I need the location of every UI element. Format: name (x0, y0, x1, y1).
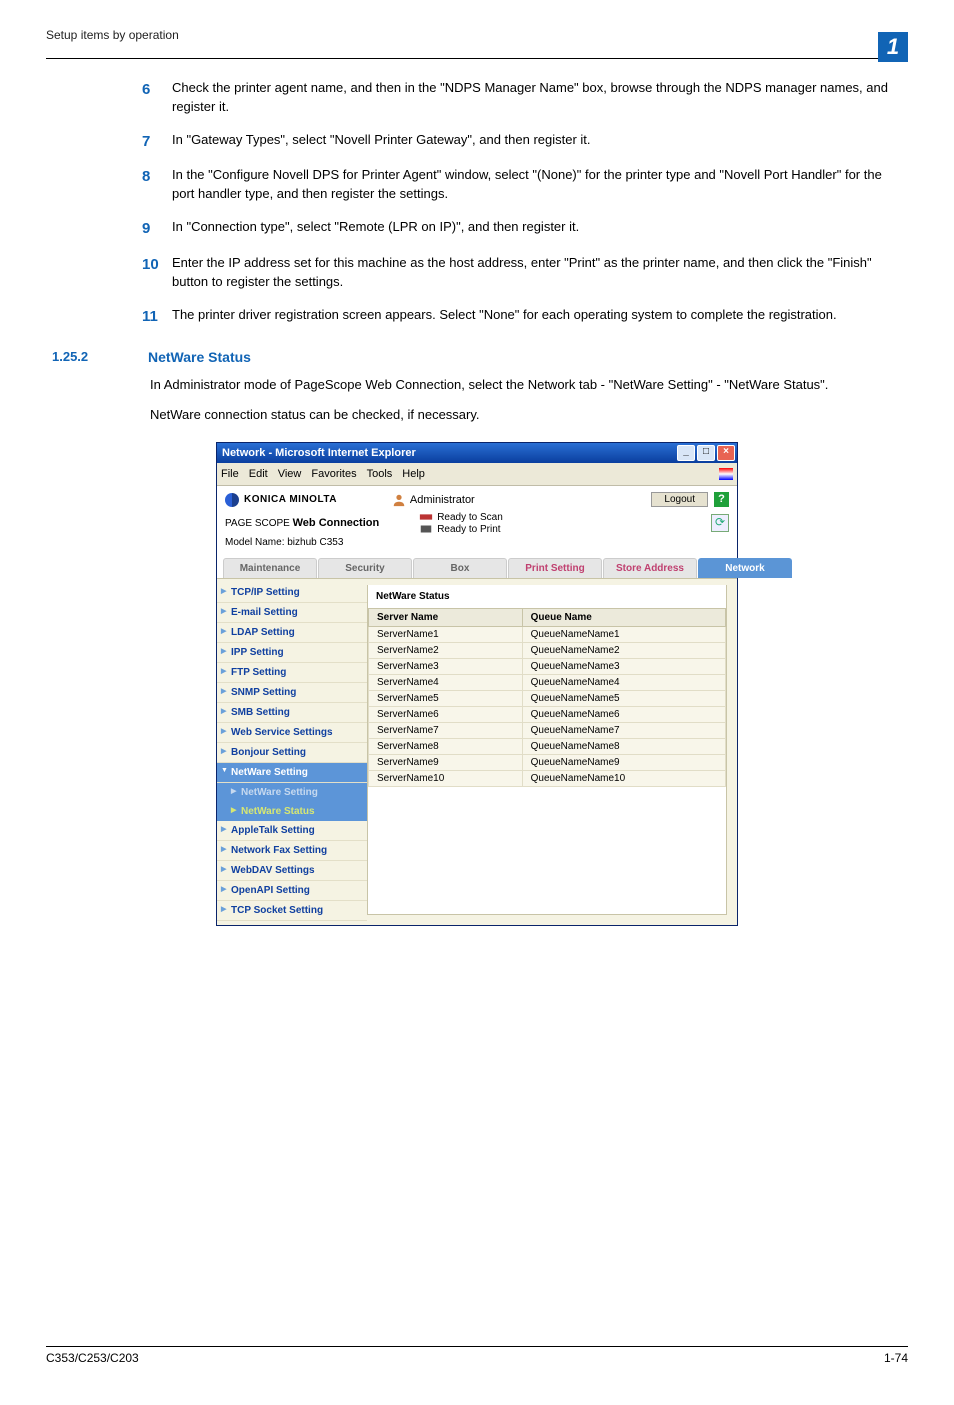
footer-left: C353/C253/C203 (46, 1351, 139, 1365)
sidebar-item-bonjour[interactable]: Bonjour Setting (217, 743, 367, 763)
step-text: In "Gateway Types", select "Novell Print… (172, 131, 591, 153)
step-number: 7 (142, 131, 172, 153)
sidebar-item-netware[interactable]: NetWare Setting (217, 763, 367, 783)
browser-menubar[interactable]: File Edit View Favorites Tools Help (217, 463, 737, 486)
window-titlebar[interactable]: Network - Microsoft Internet Explorer _ … (217, 443, 737, 463)
sidebar-item-smb[interactable]: SMB Setting (217, 703, 367, 723)
brand-name: KONICA MINOLTA (244, 494, 337, 505)
col-queue-name: Queue Name (522, 609, 725, 627)
printer-icon (419, 523, 433, 535)
browser-window: Network - Microsoft Internet Explorer _ … (216, 442, 738, 926)
sidebar-item-ftp[interactable]: FTP Setting (217, 663, 367, 683)
step-number: 8 (142, 166, 172, 204)
sidebar-item-email[interactable]: E-mail Setting (217, 603, 367, 623)
menu-favorites[interactable]: Favorites (311, 468, 356, 480)
section-title: NetWare Status (148, 349, 251, 365)
step-text: Enter the IP address set for this machin… (172, 254, 898, 292)
table-row: ServerName6QueueNameName6 (369, 707, 726, 723)
step-text: In the "Configure Novell DPS for Printer… (172, 166, 898, 204)
menu-edit[interactable]: Edit (249, 468, 268, 480)
sidebar-item-networkfax[interactable]: Network Fax Setting (217, 841, 367, 861)
sidebar-item-ldap[interactable]: LDAP Setting (217, 623, 367, 643)
administrator-label: Administrator (410, 494, 475, 506)
pagescope-logo: PAGE SCOPE Web Connection (225, 517, 379, 529)
sidebar-item-openapi[interactable]: OpenAPI Setting (217, 881, 367, 901)
step-number: 11 (142, 306, 172, 328)
help-icon[interactable]: ? (714, 492, 729, 507)
sidebar: TCP/IP Setting E-mail Setting LDAP Setti… (217, 579, 367, 925)
sidebar-item-ipp[interactable]: IPP Setting (217, 643, 367, 663)
step-text: The printer driver registration screen a… (172, 306, 837, 328)
page-footer: C353/C253/C203 1-74 (46, 1346, 908, 1365)
netware-status-table: Server Name Queue Name ServerName1QueueN… (368, 608, 726, 787)
sidebar-sub-netware-setting[interactable]: NetWare Setting (217, 783, 367, 802)
page-header: Setup items by operation 1 (46, 28, 908, 59)
section-number: 1.25.2 (46, 349, 148, 365)
tab-network[interactable]: Network (698, 558, 792, 578)
minimize-icon[interactable]: _ (677, 445, 695, 461)
sidebar-item-tcpsocket[interactable]: TCP Socket Setting (217, 901, 367, 921)
ie-throbber-icon (719, 468, 733, 480)
footer-right: 1-74 (884, 1351, 908, 1365)
table-row: ServerName1QueueNameName1 (369, 627, 726, 643)
tab-box[interactable]: Box (413, 558, 507, 578)
content-title: NetWare Status (368, 585, 726, 608)
tab-security[interactable]: Security (318, 558, 412, 578)
step-text: Check the printer agent name, and then i… (172, 79, 898, 117)
sidebar-item-webservice[interactable]: Web Service Settings (217, 723, 367, 743)
menu-help[interactable]: Help (402, 468, 425, 480)
table-row: ServerName7QueueNameName7 (369, 723, 726, 739)
sidebar-item-tcpip[interactable]: TCP/IP Setting (217, 583, 367, 603)
table-row: ServerName5QueueNameName5 (369, 691, 726, 707)
logout-button[interactable]: Logout (651, 492, 708, 507)
konica-logo-icon (225, 493, 239, 507)
step-number: 10 (142, 254, 172, 292)
col-server-name: Server Name (369, 609, 523, 627)
sidebar-item-snmp[interactable]: SNMP Setting (217, 683, 367, 703)
status-block: Ready to Scan Ready to Print (419, 511, 503, 535)
step-text: In "Connection type", select "Remote (LP… (172, 218, 579, 240)
refresh-icon[interactable]: ⟳ (711, 514, 729, 532)
step-number: 9 (142, 218, 172, 240)
paragraph: NetWare connection status can be checked… (150, 405, 898, 425)
close-icon[interactable]: × (717, 445, 735, 461)
table-row: ServerName3QueueNameName3 (369, 659, 726, 675)
table-row: ServerName4QueueNameName4 (369, 675, 726, 691)
header-left: Setup items by operation (46, 28, 179, 46)
sidebar-item-appletalk[interactable]: AppleTalk Setting (217, 821, 367, 841)
menu-file[interactable]: File (221, 468, 239, 480)
scanner-icon (419, 511, 433, 523)
maximize-icon[interactable]: □ (697, 445, 715, 461)
section-heading: 1.25.2 NetWare Status (46, 349, 908, 365)
table-row: ServerName10QueueNameName10 (369, 771, 726, 787)
model-name: Model Name: bizhub C353 (217, 537, 737, 554)
chapter-box: 1 (878, 32, 908, 62)
menu-tools[interactable]: Tools (367, 468, 393, 480)
tab-store-address[interactable]: Store Address (603, 558, 697, 578)
administrator-icon (392, 493, 406, 507)
window-title: Network - Microsoft Internet Explorer (222, 447, 416, 459)
table-row: ServerName8QueueNameName8 (369, 739, 726, 755)
paragraph: In Administrator mode of PageScope Web C… (150, 375, 898, 395)
table-row: ServerName9QueueNameName9 (369, 755, 726, 771)
sidebar-sub-netware-status[interactable]: NetWare Status (217, 802, 367, 821)
table-row: ServerName2QueueNameName2 (369, 643, 726, 659)
sidebar-item-webdav[interactable]: WebDAV Settings (217, 861, 367, 881)
main-tabs: Maintenance Security Box Print Setting S… (217, 558, 737, 578)
step-number: 6 (142, 79, 172, 117)
tab-maintenance[interactable]: Maintenance (223, 558, 317, 578)
steps-list: 6Check the printer agent name, and then … (142, 79, 898, 327)
content-panel: NetWare Status Server Name Queue Name Se… (367, 585, 727, 915)
tab-print-setting[interactable]: Print Setting (508, 558, 602, 578)
menu-view[interactable]: View (278, 468, 302, 480)
